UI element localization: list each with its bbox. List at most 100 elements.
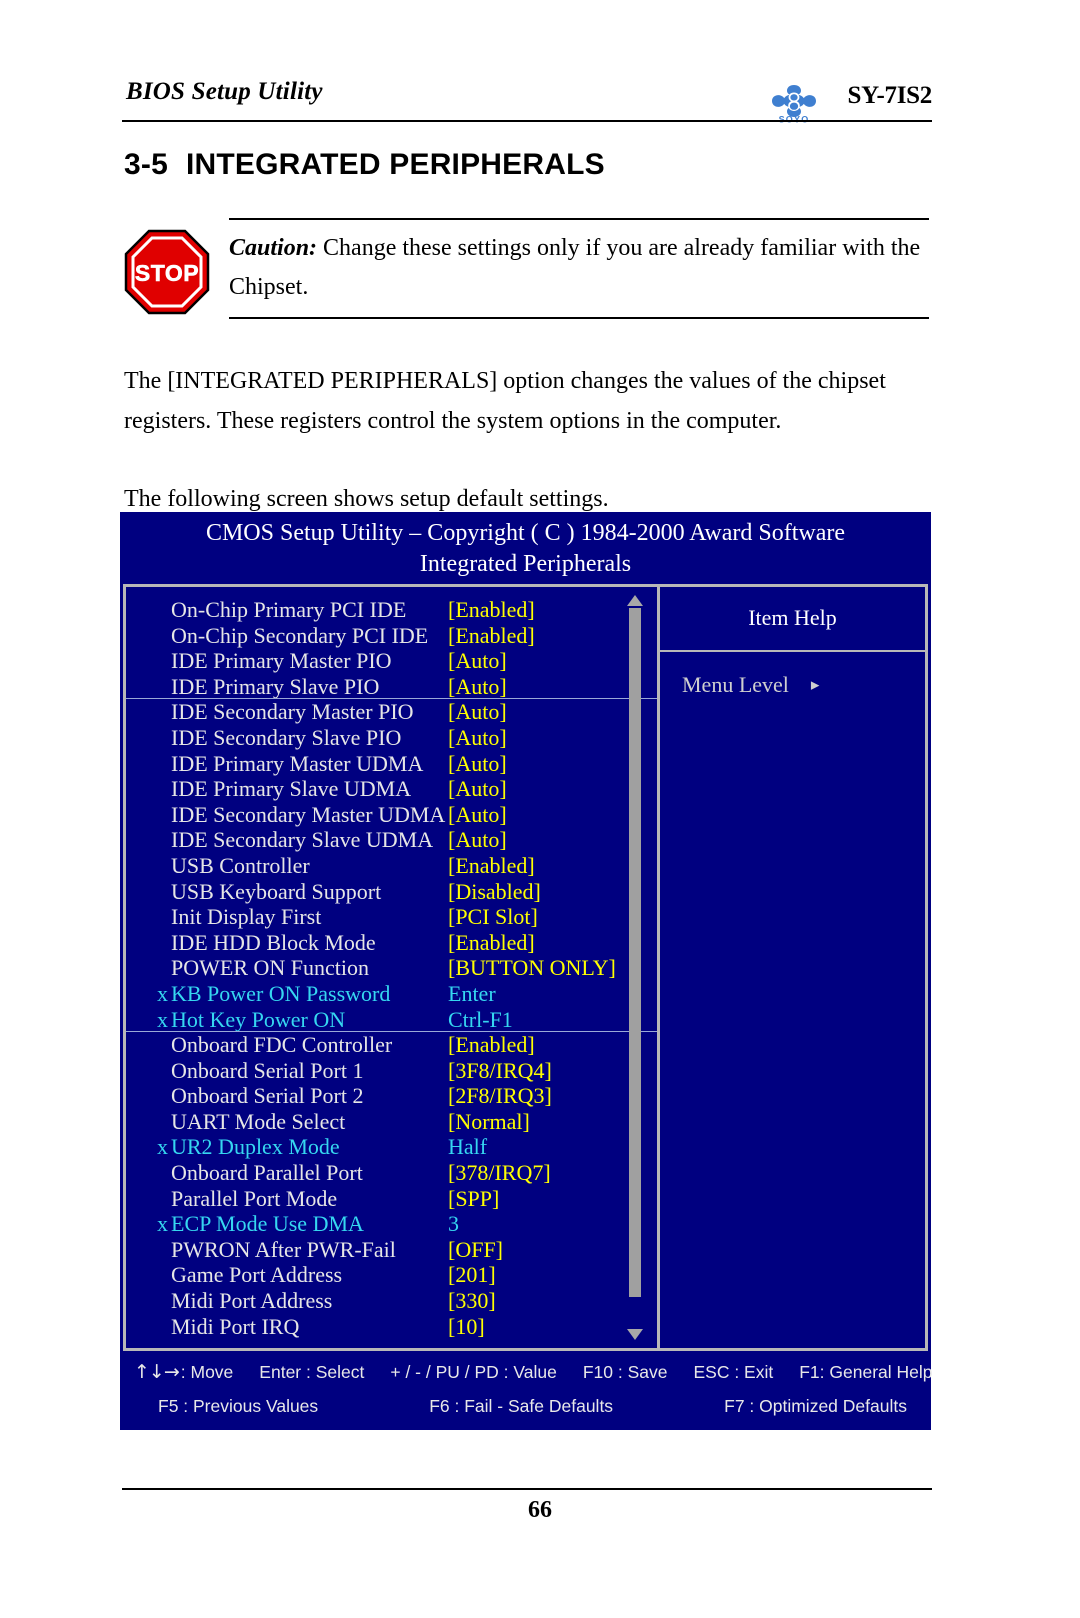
intro-paragraph: The [INTEGRATED PERIPHERALS] option chan…	[124, 368, 886, 434]
scroll-down-arrow-icon[interactable]	[627, 1329, 643, 1341]
setting-row[interactable]: IDE Secondary Slave UDMA [Auto]	[126, 827, 657, 853]
setting-row[interactable]: Onboard Parallel Port [378/IRQ7]	[126, 1160, 657, 1186]
header-rule	[122, 120, 932, 122]
setting-label: On-Chip Secondary PCI IDE	[171, 622, 429, 648]
setting-value[interactable]: [OFF]	[448, 1237, 503, 1263]
setting-row[interactable]: Midi Port Address [330]	[126, 1288, 657, 1314]
setting-value[interactable]: [Auto]	[448, 699, 507, 725]
setting-row[interactable]: USB Keyboard Support [Disabled]	[126, 879, 657, 905]
setting-row[interactable]: Init Display First [PCI Slot]	[126, 904, 657, 930]
setting-label: IDE Primary Slave UDMA	[171, 776, 412, 802]
setting-value[interactable]: Ctrl-F1	[448, 1007, 513, 1033]
setting-row[interactable]: USB Controller [Enabled]	[126, 853, 657, 879]
setting-row[interactable]: IDE Secondary Slave PIO [Auto]	[126, 725, 657, 751]
bios-menu-name: Integrated Peripherals	[419, 551, 632, 577]
setting-row[interactable]: POWER ON Function [BUTTON ONLY]	[126, 955, 657, 981]
setting-label: ECP Mode Use DMA	[171, 1211, 364, 1237]
setting-row[interactable]: IDE Primary Master UDMA [Auto]	[126, 751, 657, 777]
setting-row[interactable]: UART Mode Select [Normal]	[126, 1109, 657, 1135]
setting-label: Onboard FDC Controller	[171, 1032, 393, 1058]
caution-callout: STOP Caution: Change these settings only…	[124, 218, 930, 319]
setting-label: IDE Secondary Master PIO	[171, 699, 414, 725]
setting-row[interactable]: On-Chip Primary PCI IDE [Enabled]	[126, 597, 657, 623]
setting-label: KB Power ON Password	[171, 980, 391, 1006]
setting-label: Init Display First	[171, 904, 322, 930]
setting-value[interactable]: [Auto]	[448, 648, 507, 674]
setting-label: IDE Primary Master PIO	[171, 648, 392, 674]
menu-level-label: Menu Level	[682, 672, 789, 697]
setting-row[interactable]: x ECP Mode Use DMA 3	[126, 1211, 657, 1237]
function-key-hint: F1: General Help	[799, 1361, 933, 1382]
setting-row[interactable]: Onboard FDC Controller [Enabled]	[126, 1032, 657, 1058]
setting-value[interactable]: [Auto]	[448, 827, 507, 853]
setting-value[interactable]: [Normal]	[448, 1109, 530, 1135]
setting-label: Midi Port IRQ	[171, 1313, 300, 1339]
setting-row[interactable]: IDE Secondary Master PIO [Auto]	[126, 699, 657, 725]
setting-value[interactable]: [330]	[448, 1288, 496, 1314]
setting-label: USB Controller	[171, 852, 310, 878]
setting-value[interactable]: Enter	[448, 981, 496, 1007]
setting-row[interactable]: x Hot Key Power ON Ctrl-F1	[126, 1007, 657, 1033]
setting-label: IDE Secondary Slave PIO	[171, 724, 402, 750]
settings-scrollbar[interactable]	[627, 595, 643, 1341]
setting-row[interactable]: Onboard Serial Port 2 [2F8/IRQ3]	[126, 1083, 657, 1109]
setting-value[interactable]: [Auto]	[448, 751, 507, 777]
setting-disabled-marker: x	[157, 1134, 168, 1160]
setting-value[interactable]: [Enabled]	[448, 597, 535, 623]
setting-row[interactable]: Midi Port IRQ [10]	[126, 1314, 657, 1340]
setting-row[interactable]: Parallel Port Mode [SPP]	[126, 1186, 657, 1212]
setting-disabled-marker: x	[157, 1211, 168, 1237]
setting-row[interactable]: x UR2 Duplex Mode Half	[126, 1134, 657, 1160]
setting-value[interactable]: [Auto]	[448, 776, 507, 802]
page-number: 66	[528, 1497, 552, 1523]
scroll-up-arrow-icon[interactable]	[627, 595, 643, 606]
setting-value[interactable]: [Auto]	[448, 802, 507, 828]
setting-value[interactable]: 3	[448, 1211, 459, 1237]
setting-row[interactable]: Onboard Serial Port 1 [3F8/IRQ4]	[126, 1058, 657, 1084]
setting-row[interactable]: Game Port Address [201]	[126, 1262, 657, 1288]
bios-titlebar: CMOS Setup Utility – Copyright ( C ) 198…	[120, 512, 931, 584]
footer-rule	[122, 1488, 932, 1490]
setting-row[interactable]: IDE Primary Slave PIO [Auto]	[126, 674, 657, 700]
menu-level-row: Menu Level ▸	[682, 672, 925, 698]
setting-label: Onboard Serial Port 2	[171, 1083, 364, 1109]
setting-value[interactable]: [2F8/IRQ3]	[448, 1083, 552, 1109]
setting-row[interactable]: IDE Secondary Master UDMA [Auto]	[126, 802, 657, 828]
setting-value[interactable]: [201]	[448, 1262, 496, 1288]
setting-value[interactable]: [Auto]	[448, 674, 507, 700]
bios-screen: CMOS Setup Utility – Copyright ( C ) 198…	[120, 512, 933, 1431]
setting-label: Parallel Port Mode	[171, 1185, 338, 1211]
setting-row[interactable]: PWRON After PWR-Fail [OFF]	[126, 1237, 657, 1263]
setting-value[interactable]: [Enabled]	[448, 853, 535, 879]
setting-value[interactable]: [3F8/IRQ4]	[448, 1058, 552, 1084]
function-key-hint: F7 : Optimized Defaults	[724, 1396, 907, 1417]
setting-label: POWER ON Function	[171, 955, 369, 981]
setting-value[interactable]: [Enabled]	[448, 1032, 535, 1058]
setting-value[interactable]: [PCI Slot]	[448, 904, 538, 930]
setting-value[interactable]: [378/IRQ7]	[448, 1160, 551, 1186]
setting-value[interactable]: [Enabled]	[448, 930, 535, 956]
setting-value[interactable]: [Enabled]	[448, 623, 535, 649]
setting-row[interactable]: IDE Primary Slave UDMA [Auto]	[126, 776, 657, 802]
setting-value[interactable]: [Auto]	[448, 725, 507, 751]
settings-list[interactable]: On-Chip Primary PCI IDE [Enabled] On-Chip …	[126, 597, 657, 1339]
setting-value[interactable]: Half	[448, 1134, 487, 1160]
setting-value[interactable]: [10]	[448, 1314, 485, 1340]
scrollbar-thumb[interactable]	[629, 608, 641, 1298]
setting-label: PWRON After PWR-Fail	[171, 1236, 396, 1262]
setting-label: IDE Primary Master UDMA	[171, 750, 424, 776]
page-title: 3-5 INTEGRATED PERIPHERALS	[124, 148, 605, 182]
setting-value[interactable]: [BUTTON ONLY]	[448, 955, 616, 981]
setting-row[interactable]: IDE HDD Block Mode [Enabled]	[126, 930, 657, 956]
running-head-title: BIOS Setup Utility	[126, 78, 323, 105]
setting-label: UART Mode Select	[171, 1108, 346, 1134]
setting-value[interactable]: [SPP]	[448, 1186, 499, 1212]
caution-lead: Caution:	[229, 235, 318, 261]
move-keys: ↑↓→: Move	[134, 1361, 233, 1383]
setting-value[interactable]: [Disabled]	[448, 879, 541, 905]
arrow-keys-icon: ↑↓→	[134, 1361, 180, 1384]
setting-row[interactable]: IDE Primary Master PIO [Auto]	[126, 648, 657, 674]
stop-sign-icon: STOP	[124, 229, 210, 315]
setting-row[interactable]: On-Chip Secondary PCI IDE [Enabled]	[126, 623, 657, 649]
setting-row[interactable]: x KB Power ON Password Enter	[126, 981, 657, 1007]
